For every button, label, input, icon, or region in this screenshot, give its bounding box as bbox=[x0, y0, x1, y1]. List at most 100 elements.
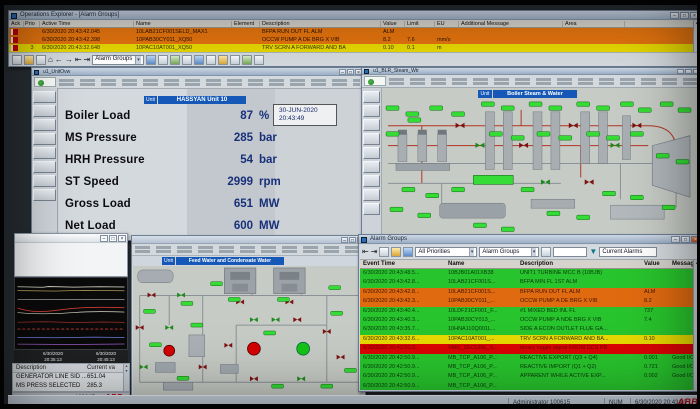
sidebar-button[interactable] bbox=[363, 147, 380, 159]
alarm-row[interactable]: 6/30/2020 20:42:50.9... MB_TCP_A106_P...… bbox=[360, 354, 693, 363]
title-bar[interactable]: u1_BLR_Steam_Wtr bbox=[362, 68, 697, 75]
toolbar-icon[interactable] bbox=[170, 55, 180, 65]
scrollbar-vertical[interactable]: ▲ ▼ bbox=[123, 364, 129, 391]
view-combo[interactable]: Current Alarms bbox=[599, 247, 657, 257]
minimize-icon[interactable]: – bbox=[341, 237, 348, 243]
alarm-row[interactable]: 6/30/2020 20:43:35.7... 10HNA110Q001L...… bbox=[360, 325, 693, 334]
maximize-icon[interactable] bbox=[685, 69, 692, 74]
sidebar-button[interactable] bbox=[33, 119, 56, 131]
toolbar-icon[interactable] bbox=[379, 247, 389, 257]
minimize-icon[interactable]: – bbox=[339, 69, 346, 75]
first-icon[interactable]: ⇤ bbox=[75, 55, 82, 65]
col-description[interactable]: Description bbox=[262, 21, 381, 27]
filter-input[interactable] bbox=[553, 247, 587, 257]
sidebar-button[interactable] bbox=[33, 189, 56, 201]
legend-header[interactable]: Description Current va bbox=[13, 364, 129, 373]
scroll-down-icon[interactable]: ▼ bbox=[124, 369, 129, 374]
col-description[interactable]: Description bbox=[520, 261, 642, 267]
col-additional-message[interactable]: Additional Message bbox=[461, 21, 563, 27]
sidebar-button[interactable] bbox=[363, 133, 380, 145]
toolbar-icon[interactable] bbox=[242, 55, 252, 65]
col-current-value[interactable]: Current va bbox=[87, 365, 115, 371]
minimize-icon[interactable]: – bbox=[671, 236, 680, 243]
toolbar-icon[interactable] bbox=[182, 55, 192, 65]
toolbar-icon[interactable] bbox=[24, 55, 34, 65]
col-area[interactable]: Area bbox=[565, 21, 625, 27]
toolbar-icon[interactable] bbox=[218, 55, 228, 65]
alarm-row[interactable]: 3 6/30/2020 20:43:32.648 10PAC10AT001_XQ… bbox=[9, 44, 697, 52]
close-icon[interactable] bbox=[693, 69, 697, 74]
alarm-row[interactable]: 6/30/2020 20:42:50.9... SMO_SECURE_S... … bbox=[360, 344, 693, 353]
sidebar-button[interactable] bbox=[33, 105, 56, 117]
chevron-down-icon[interactable]: ▾ bbox=[531, 248, 537, 256]
minimize-icon[interactable]: – bbox=[670, 12, 679, 19]
forward-icon[interactable]: → bbox=[65, 55, 73, 65]
col-limit[interactable]: Limit bbox=[407, 21, 435, 27]
unit-badge[interactable]: Unit bbox=[478, 90, 492, 98]
close-icon[interactable]: × bbox=[691, 236, 697, 243]
alarm-row[interactable]: 6/30/2020 20:43:48.5... 10BJB01A01XB38 U… bbox=[360, 269, 693, 278]
title-bar[interactable]: –□× bbox=[132, 236, 365, 244]
sidebar-button[interactable] bbox=[33, 91, 56, 103]
legend-row[interactable]: GENERATOR LINE SID ... 651.04 bbox=[13, 373, 129, 382]
boiler-pid-diagram[interactable]: Unit Boiler Steam & Water bbox=[382, 88, 697, 235]
feedwater-pid-diagram[interactable] bbox=[133, 266, 364, 396]
chevron-down-icon[interactable]: ▾ bbox=[135, 56, 141, 64]
alarm-row[interactable]: 6/30/2020 20:43:32.6... 10PAC10AT001_...… bbox=[360, 335, 693, 344]
ack-all-icon[interactable]: ⇥ bbox=[371, 247, 378, 257]
sidebar-button[interactable] bbox=[363, 175, 380, 187]
col-value[interactable]: Value bbox=[644, 261, 670, 267]
minimize-icon[interactable] bbox=[677, 69, 684, 74]
col-name[interactable]: Name bbox=[136, 21, 232, 27]
toolbar-icon[interactable] bbox=[12, 55, 22, 65]
alarm-row[interactable]: 6/30/2020 20:42:50.9... MB_TCP_A106_P...… bbox=[360, 363, 693, 372]
groups-combo[interactable]: Alarm Groups ▾ bbox=[479, 247, 539, 257]
title-bar[interactable]: Operations Explorer - [Alarm Groups] – □… bbox=[9, 11, 697, 20]
last-icon[interactable]: ⇥ bbox=[84, 55, 91, 65]
ack-indicator[interactable] bbox=[11, 37, 18, 43]
title-bar[interactable]: Alarm Groups – □ × bbox=[359, 235, 697, 244]
col-value[interactable]: Value bbox=[383, 21, 405, 27]
close-icon[interactable]: × bbox=[690, 12, 697, 19]
maximize-icon[interactable]: □ bbox=[347, 69, 354, 75]
print-icon[interactable] bbox=[403, 247, 413, 257]
title-bar[interactable]: –□× bbox=[15, 234, 127, 243]
scroll-up-icon[interactable]: ▲ bbox=[694, 260, 697, 265]
alarm-row[interactable]: 6/30/2020 20:43:40.3... 10PAB30CY013_...… bbox=[360, 316, 693, 325]
col-ack[interactable]: Ack bbox=[11, 21, 24, 27]
maximize-icon[interactable]: □ bbox=[681, 236, 690, 243]
back-icon[interactable]: ← bbox=[55, 55, 63, 65]
col-active-time[interactable]: Active Time bbox=[42, 21, 134, 27]
col-prio[interactable]: Prio bbox=[25, 21, 40, 27]
close-icon[interactable]: × bbox=[118, 235, 126, 242]
toolbar-icon[interactable] bbox=[230, 55, 240, 65]
home-icon[interactable]: ⌂ bbox=[48, 55, 53, 65]
unit-overview-display[interactable]: Unit HASSYAN Unit 10 30-JUN-2020 20:43:4… bbox=[59, 89, 362, 239]
col-description[interactable]: Description bbox=[16, 365, 46, 371]
sidebar-button[interactable] bbox=[363, 119, 380, 131]
maximize-icon[interactable]: □ bbox=[680, 12, 689, 19]
unit-badge[interactable]: Unit bbox=[144, 96, 157, 104]
col-name[interactable]: Name bbox=[448, 261, 518, 267]
sidebar-button[interactable] bbox=[33, 133, 56, 145]
toolbar-icon[interactable] bbox=[254, 55, 264, 65]
unit-badge[interactable]: Unit bbox=[162, 257, 175, 265]
col-element[interactable]: Element bbox=[234, 21, 260, 27]
toolbar-icon[interactable] bbox=[36, 55, 46, 65]
ack-indicator[interactable] bbox=[11, 29, 18, 35]
scrollbar-vertical[interactable]: ▲ bbox=[693, 20, 697, 52]
alarm-table-header[interactable]: Event Time Name Description Value Messag… bbox=[360, 260, 693, 269]
sidebar-button[interactable] bbox=[363, 91, 380, 103]
legend-row[interactable]: MS PRESS SELECTED 285.3 bbox=[13, 382, 129, 391]
alarm-line-header[interactable]: Ack Prio Active Time Name Element Descri… bbox=[9, 20, 697, 28]
nav-shortcut-grid[interactable] bbox=[132, 244, 365, 256]
toolbar-icon[interactable] bbox=[391, 247, 401, 257]
nav-shortcut-grid[interactable] bbox=[389, 77, 697, 85]
alarm-row[interactable]: 6/30/2020 20:43:42.8... 10LAB21CF001S...… bbox=[360, 288, 693, 297]
nav-shortcut-grid[interactable] bbox=[59, 78, 360, 86]
col-eu[interactable]: EU bbox=[437, 21, 459, 27]
toolbar-icon[interactable] bbox=[158, 55, 168, 65]
alarm-row[interactable]: 6/30/2020 20:43:42.8... 10LAB21CF001S...… bbox=[360, 278, 693, 287]
alarm-row[interactable]: 6/30/2020 20:42:50.9... MB_TCP_A106_P...… bbox=[360, 372, 693, 381]
sidebar-button[interactable] bbox=[33, 147, 56, 159]
